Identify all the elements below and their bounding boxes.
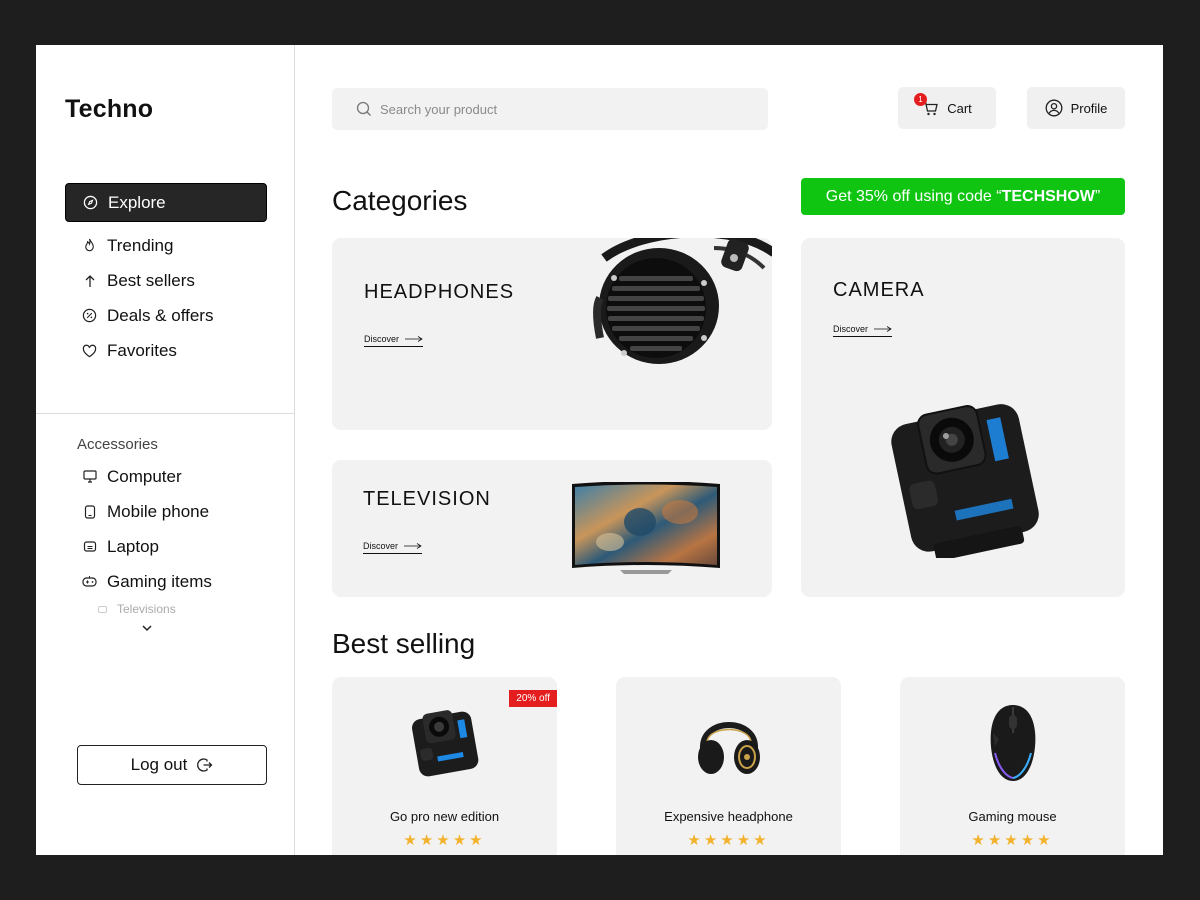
- heart-icon: [82, 343, 97, 358]
- nav-item-favorites[interactable]: Favorites: [65, 333, 267, 368]
- tv-icon: [98, 605, 107, 613]
- nav-label: Deals & offers: [107, 305, 214, 325]
- chevron-down-icon[interactable]: [141, 622, 153, 634]
- app-window: Techno Explore Trending Best sellers Dea…: [36, 45, 1163, 855]
- rating-stars: ★★★★★: [403, 832, 486, 849]
- promo-code: TECHSHOW: [1001, 187, 1095, 205]
- gopro-camera-image: [891, 404, 1039, 558]
- discover-link[interactable]: Discover: [364, 334, 424, 347]
- product-name: Expensive headphone: [664, 809, 793, 824]
- nav-item-trending[interactable]: Trending: [65, 228, 267, 263]
- nav-item-explore[interactable]: Explore: [65, 183, 267, 222]
- category-title: CAMERA: [833, 279, 925, 301]
- sidebar-item-label: Gaming items: [107, 571, 212, 591]
- cart-label: Cart: [947, 100, 972, 116]
- sidebar-item-laptop[interactable]: Laptop: [65, 529, 267, 564]
- brand-logo: Techno: [65, 95, 154, 123]
- discount-badge-icon: [82, 308, 97, 323]
- categories-heading: Categories: [332, 185, 468, 216]
- best-selling-heading: Best selling: [332, 628, 476, 659]
- promo-text-end: ”: [1094, 187, 1101, 205]
- product-name: Gaming mouse: [968, 809, 1057, 824]
- category-card-television[interactable]: TELEVISION Discover: [332, 460, 772, 597]
- laptop-icon: [82, 539, 97, 554]
- sidebar: Techno Explore Trending Best sellers Dea…: [36, 45, 295, 855]
- television-image: [572, 482, 720, 574]
- accessories-heading: Accessories: [77, 436, 158, 453]
- discover-link[interactable]: Discover: [363, 541, 423, 554]
- headphone-product-image: [697, 722, 760, 774]
- discover-label: Discover: [363, 541, 399, 551]
- category-card-camera[interactable]: CAMERA Discover: [801, 238, 1125, 597]
- promo-banner[interactable]: Get 35% off using code “TECHSHOW”: [801, 178, 1125, 215]
- profile-label: Profile: [1070, 100, 1108, 116]
- nav-label: Best sellers: [107, 270, 195, 290]
- discover-label: Discover: [833, 324, 869, 334]
- headphones-image: [593, 238, 772, 364]
- sidebar-item-label: Televisions: [117, 602, 176, 616]
- product-card-gopro[interactable]: 20% off Go pro new edition ★★★★★: [332, 677, 557, 855]
- sidebar-item-computer[interactable]: Computer: [65, 459, 267, 494]
- sidebar-item-label: Laptop: [107, 536, 159, 556]
- accessories-list: Computer Mobile phone Laptop Gaming item…: [65, 459, 267, 617]
- logout-button[interactable]: Log out: [77, 745, 267, 785]
- category-card-headphones[interactable]: HEADPHONES Discover: [332, 238, 772, 430]
- logout-label: Log out: [130, 755, 188, 774]
- nav-item-best-sellers[interactable]: Best sellers: [65, 263, 267, 298]
- product-name: Go pro new edition: [389, 809, 500, 824]
- monitor-icon: [82, 469, 97, 484]
- search-input[interactable]: [380, 101, 740, 117]
- arrow-right-icon: [874, 326, 892, 332]
- rating-stars: ★★★★★: [687, 832, 770, 849]
- sidebar-item-label: Computer: [107, 466, 182, 486]
- flame-icon: [82, 238, 97, 253]
- nav-label: Favorites: [107, 340, 177, 360]
- arrow-up-icon: [82, 273, 97, 288]
- nav-label: Explore: [108, 192, 166, 212]
- cart-button[interactable]: 1 Cart: [898, 87, 996, 129]
- divider: [36, 413, 295, 414]
- phone-icon: [82, 504, 97, 519]
- rating-stars: ★★★★★: [971, 832, 1054, 849]
- discount-badge: 20% off: [509, 690, 557, 707]
- search-icon: [356, 101, 371, 116]
- promo-text: Get 35% off using code “: [825, 187, 1002, 205]
- nav-label: Trending: [107, 235, 174, 255]
- logout-icon: [197, 758, 213, 772]
- compass-icon: [83, 195, 98, 210]
- discover-label: Discover: [364, 334, 400, 344]
- category-title: TELEVISION: [363, 488, 491, 510]
- profile-button[interactable]: Profile: [1027, 87, 1125, 129]
- gamepad-icon: [82, 574, 97, 589]
- arrow-right-icon: [405, 336, 423, 342]
- gaming-mouse-image: [990, 705, 1035, 781]
- sidebar-item-gaming[interactable]: Gaming items: [65, 564, 267, 599]
- gopro-product-image: [411, 710, 478, 777]
- product-card-mouse[interactable]: Gaming mouse ★★★★★: [900, 677, 1125, 855]
- arrow-right-icon: [404, 543, 422, 549]
- product-card-headphone[interactable]: Expensive headphone ★★★★★: [616, 677, 841, 855]
- nav-item-deals[interactable]: Deals & offers: [65, 298, 267, 333]
- search-bar[interactable]: [332, 88, 768, 130]
- user-icon: [1045, 99, 1063, 117]
- category-title: HEADPHONES: [364, 281, 515, 303]
- discover-link[interactable]: Discover: [833, 324, 893, 337]
- cart-count-badge: 1: [914, 93, 927, 106]
- sidebar-item-mobile-phone[interactable]: Mobile phone: [65, 494, 267, 529]
- sidebar-item-label: Mobile phone: [107, 501, 210, 521]
- main-nav: Explore Trending Best sellers Deals & of…: [65, 183, 267, 368]
- sidebar-item-televisions[interactable]: Televisions: [65, 601, 267, 617]
